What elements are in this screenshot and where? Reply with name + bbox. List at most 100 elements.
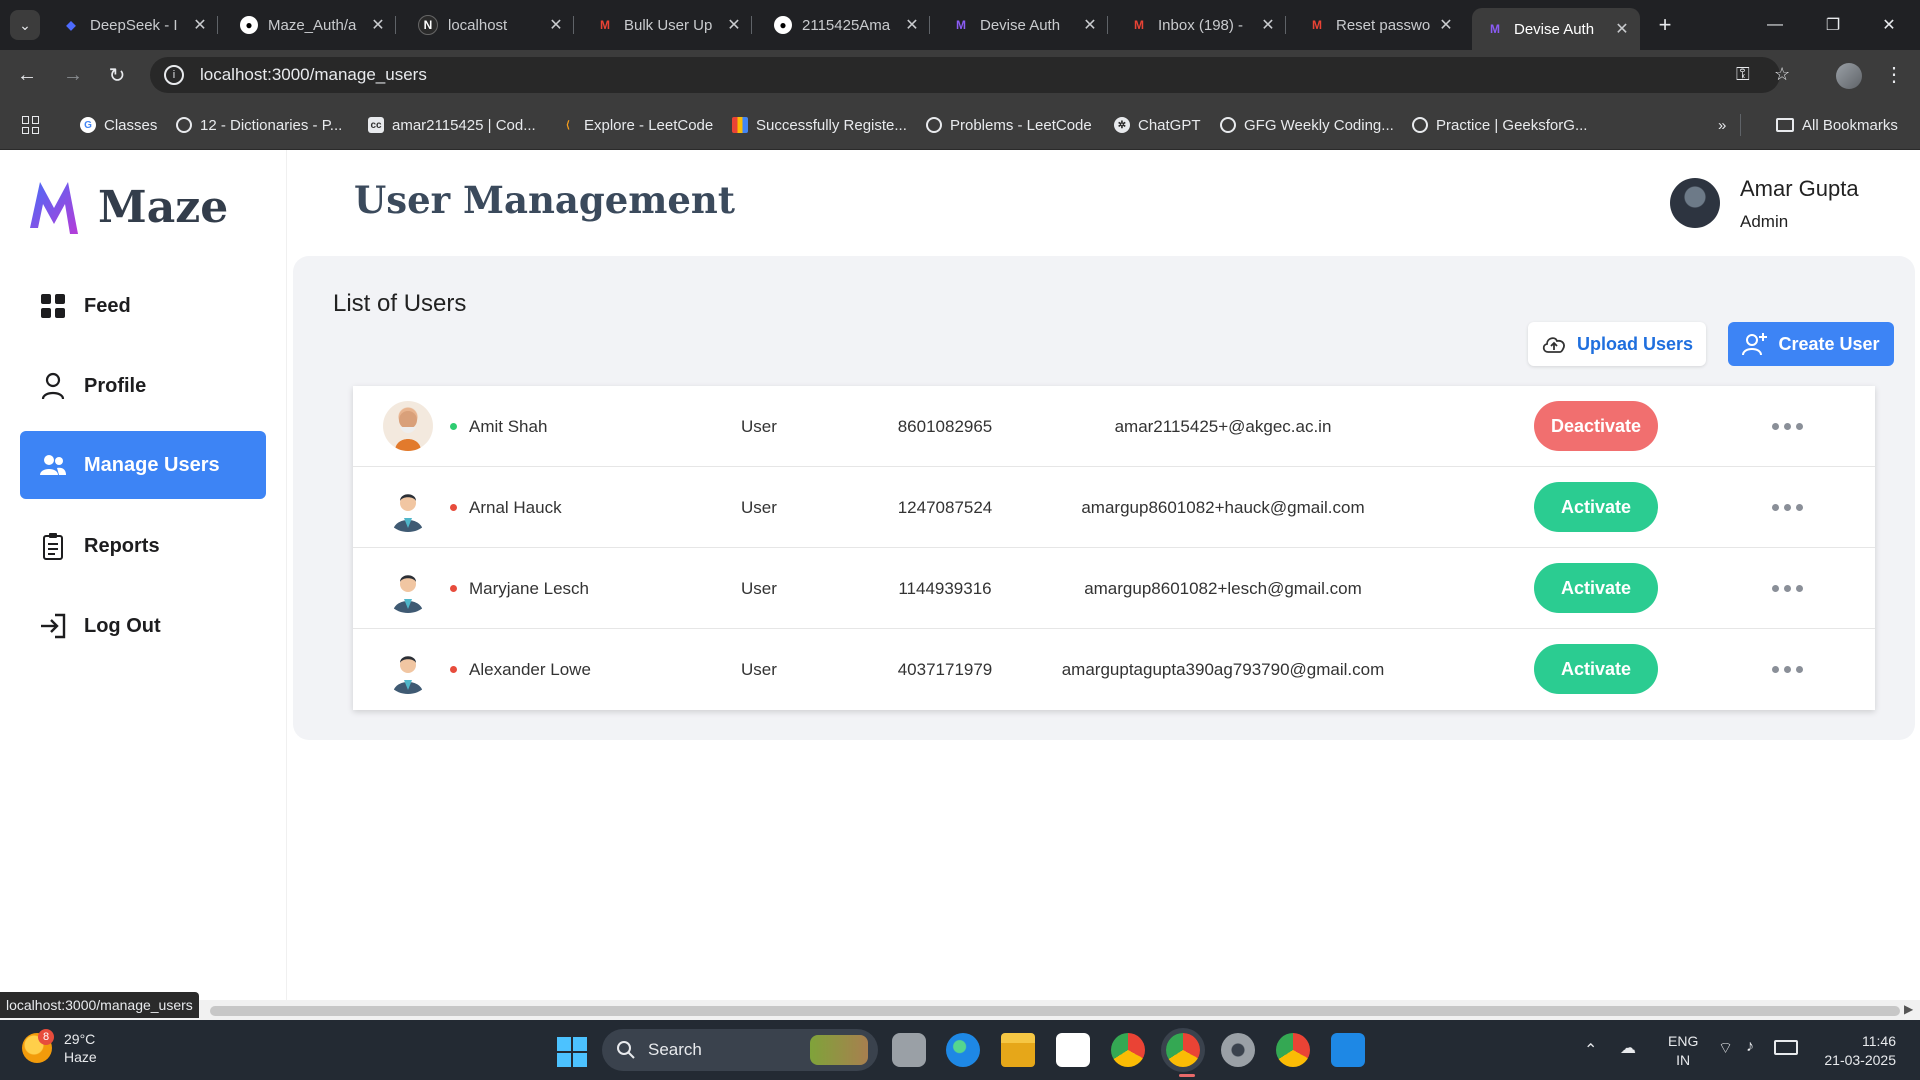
upload-users-button[interactable]: Upload Users [1528, 322, 1706, 366]
user-email-cell: amargup8601082+lesch@gmail.com [1084, 578, 1362, 598]
clock[interactable]: 11:46 21-03-2025 [1816, 1032, 1896, 1070]
browser-tab-active[interactable]: M Devise Auth ✕ [1472, 8, 1640, 50]
new-tab-button[interactable]: + [1650, 10, 1680, 40]
chrome-active-icon[interactable] [1166, 1033, 1200, 1067]
browser-tab[interactable]: M Devise Auth ✕ [938, 8, 1108, 42]
scroll-right-icon[interactable]: ▶ [1904, 1002, 1913, 1016]
notion-icon: N [418, 15, 438, 35]
apps-grid-icon[interactable] [22, 116, 40, 134]
vscode-icon[interactable] [1331, 1033, 1365, 1067]
sidebar-item-feed[interactable]: Feed [20, 272, 266, 340]
tab-close-icon[interactable]: ✕ [1434, 15, 1458, 35]
browser-profile-avatar[interactable] [1836, 63, 1862, 89]
reload-icon[interactable]: ↻ [102, 60, 132, 90]
user-name: Amar Gupta [1740, 176, 1859, 201]
tab-close-icon[interactable]: ✕ [1256, 15, 1280, 35]
user-role-cell: User [741, 659, 777, 679]
sidebar-item-logout[interactable]: Log Out [20, 592, 266, 660]
windows-start-icon[interactable] [557, 1037, 587, 1067]
key-icon[interactable]: ⚿ [1736, 64, 1750, 85]
more-options-icon[interactable] [1763, 467, 1811, 548]
user-avatar [383, 563, 433, 613]
site-info-icon[interactable]: i [164, 65, 184, 85]
tab-close-icon[interactable]: ✕ [1610, 19, 1634, 39]
forward-icon[interactable]: → [58, 60, 88, 90]
tab-search-button[interactable]: ⌄ [10, 10, 40, 40]
globe-icon [176, 117, 192, 133]
browser-tab[interactable]: ● Maze_Auth/a ✕ [226, 8, 396, 42]
more-options-icon[interactable] [1763, 548, 1811, 629]
browser-tab[interactable]: M Inbox (198) - ✕ [1116, 8, 1286, 42]
tab-close-icon[interactable]: ✕ [366, 15, 390, 35]
avatar[interactable] [1670, 178, 1720, 228]
tab-close-icon[interactable]: ✕ [188, 15, 212, 35]
address-bar[interactable]: i localhost:3000/manage_users ⚿ ☆ [150, 57, 1790, 93]
tab-close-icon[interactable]: ✕ [900, 15, 924, 35]
edge-icon[interactable] [946, 1033, 980, 1067]
task-view-icon[interactable] [892, 1033, 926, 1067]
wifi-icon[interactable]: ⌔ [1718, 1038, 1733, 1058]
activate-button[interactable]: Activate [1534, 644, 1658, 694]
tab-close-icon[interactable]: ✕ [544, 15, 568, 35]
sidebar-item-reports[interactable]: Reports [20, 512, 266, 580]
table-row: Arnal Hauck User 1247087524 amargup86010… [353, 467, 1875, 548]
restore-icon[interactable]: ❐ [1810, 8, 1856, 42]
more-bookmarks-icon[interactable]: » [1718, 114, 1726, 136]
bookmark-item[interactable]: Problems - LeetCode [926, 114, 1092, 136]
more-options-icon[interactable] [1763, 629, 1811, 710]
browser-tab[interactable]: M Bulk User Up ✕ [582, 8, 752, 42]
user-avatar [383, 644, 433, 694]
bookmark-item[interactable]: GFG Weekly Coding... [1220, 114, 1394, 136]
bookmark-item[interactable]: Practice | GeeksforG... [1412, 114, 1587, 136]
battery-icon[interactable] [1774, 1040, 1798, 1055]
activate-button[interactable]: Activate [1534, 482, 1658, 532]
tray-overflow-icon[interactable]: ⌃ [1584, 1040, 1597, 1060]
file-explorer-icon[interactable] [1001, 1033, 1035, 1067]
deepseek-icon: ◆ [66, 18, 76, 32]
bookmark-item[interactable]: Successfully Registe... [732, 114, 907, 136]
settings-gear-icon[interactable] [1221, 1033, 1255, 1067]
browser-tab[interactable]: N localhost ✕ [404, 8, 574, 42]
browser-tab[interactable]: M Reset passwo ✕ [1294, 8, 1464, 42]
browser-menu-icon[interactable]: ⋮ [1884, 62, 1904, 87]
star-icon[interactable]: ☆ [1774, 64, 1790, 85]
volume-icon[interactable]: ♪ [1746, 1038, 1754, 1056]
sidebar-item-label: Log Out [84, 614, 161, 637]
taskbar-search[interactable]: Search [602, 1029, 878, 1071]
browser-tab[interactable]: ◆ DeepSeek - I ✕ [48, 8, 218, 42]
tab-close-icon[interactable]: ✕ [1078, 15, 1102, 35]
tab-close-icon[interactable]: ✕ [722, 15, 746, 35]
address-url[interactable]: localhost:3000/manage_users [200, 65, 427, 85]
minimize-icon[interactable]: — [1752, 8, 1798, 42]
bookmark-item[interactable]: cc amar2115425 | Cod... [368, 114, 536, 136]
chrome-icon[interactable] [1111, 1033, 1145, 1067]
bookmarks-bar: G Classes 12 - Dictionaries - P... cc amar… [0, 100, 1920, 150]
bookmark-item[interactable]: 12 - Dictionaries - P... [176, 114, 342, 136]
all-bookmarks-button[interactable]: All Bookmarks [1776, 114, 1898, 136]
onedrive-icon[interactable]: ☁ [1620, 1038, 1636, 1058]
sidebar-item-profile[interactable]: Profile [20, 352, 266, 420]
bookmark-item[interactable]: G Classes [80, 114, 157, 136]
weather-widget[interactable]: 8 29°C Haze [22, 1029, 97, 1066]
bookmark-item[interactable]: ⟨ Explore - LeetCode [560, 114, 713, 136]
logout-icon [38, 611, 68, 641]
more-options-icon[interactable] [1763, 386, 1811, 467]
app-logo[interactable]: Maze [28, 178, 228, 236]
chatgpt-icon: ✲ [1114, 117, 1130, 133]
store-icon[interactable] [1056, 1033, 1090, 1067]
sidebar-item-manage-users[interactable]: Manage Users [20, 431, 266, 499]
create-user-button[interactable]: Create User [1728, 322, 1894, 366]
user-email-cell: amar2115425+@akgec.ac.in [1114, 416, 1332, 436]
user-email-cell: amargup8601082+hauck@gmail.com [1081, 497, 1365, 517]
close-window-icon[interactable]: ✕ [1866, 8, 1912, 42]
horizontal-scrollbar[interactable] [210, 1006, 1900, 1016]
back-icon[interactable]: ← [12, 60, 42, 90]
activate-button[interactable]: Activate [1534, 563, 1658, 613]
deactivate-button[interactable]: Deactivate [1534, 401, 1658, 451]
users-table: Amit Shah User 8601082965 amar2115425+@a… [353, 386, 1875, 710]
chrome-profile-icon[interactable] [1276, 1033, 1310, 1067]
chart-icon [732, 117, 748, 133]
bookmark-item[interactable]: ✲ ChatGPT [1114, 114, 1201, 136]
browser-tab[interactable]: ● 2115425Ama ✕ [760, 8, 930, 42]
language-indicator[interactable]: ENG IN [1668, 1032, 1698, 1070]
